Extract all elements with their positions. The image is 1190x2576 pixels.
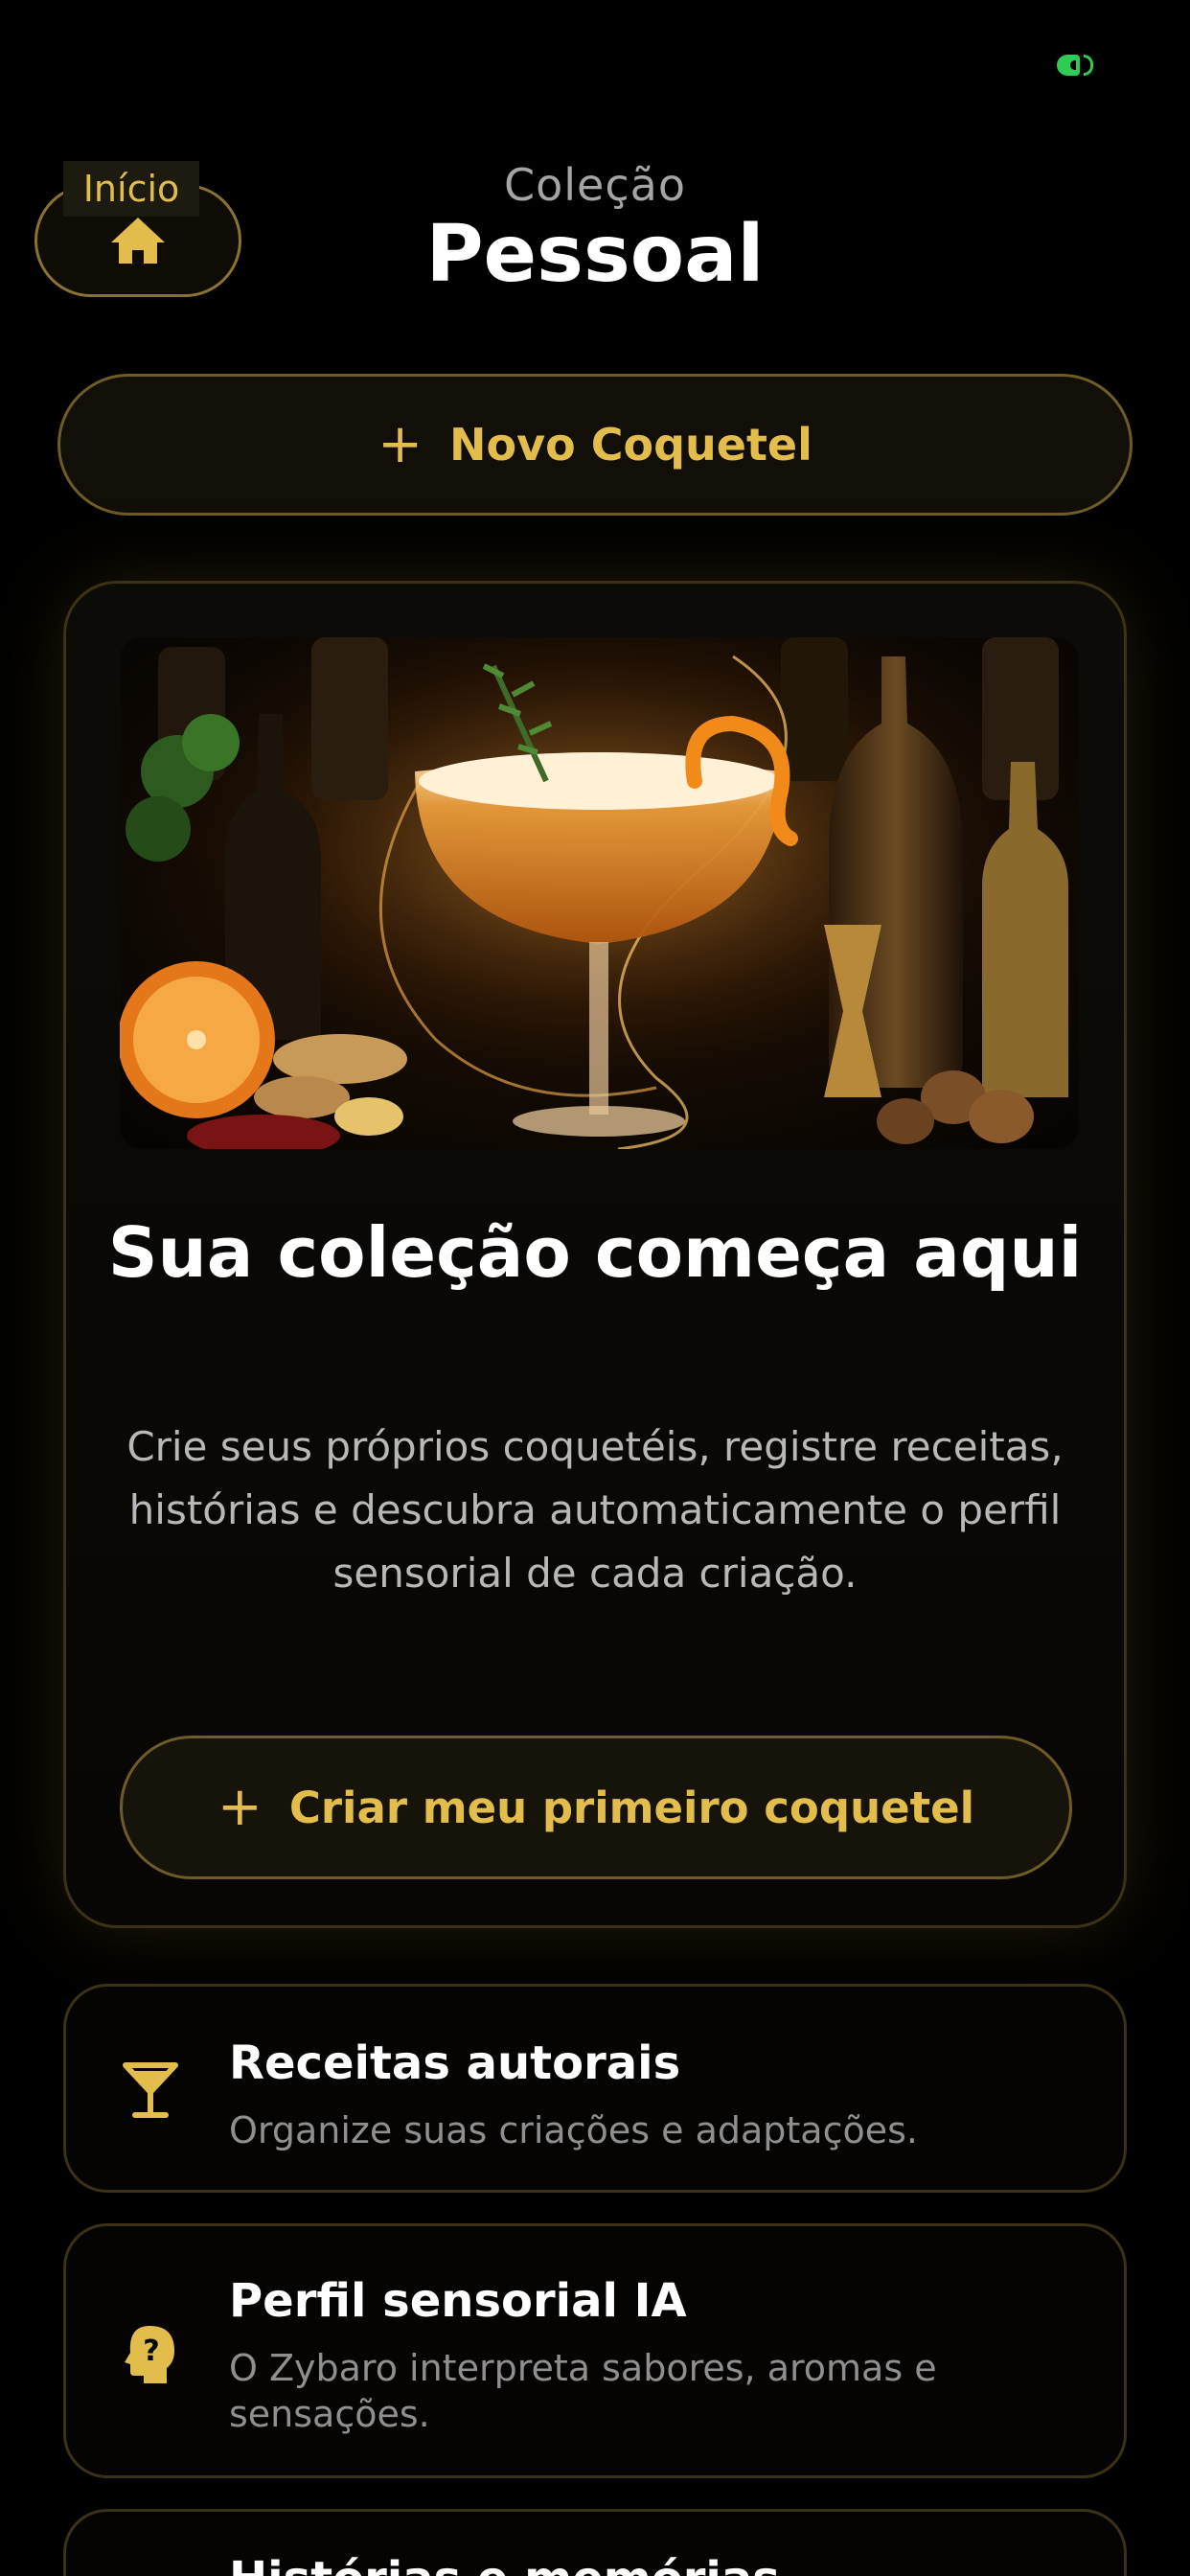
feature-card-sensory-profile[interactable]: ? Perfil sensorial IA O Zybaro interpret… [63,2223,1127,2478]
create-first-cocktail-button[interactable]: + Criar meu primeiro coquetel [120,1736,1072,1879]
feature-title: Perfil sensorial IA [229,2274,687,2328]
plus-icon: + [378,413,423,475]
battery-charging-icon [1057,54,1103,77]
feature-text: O Zybaro interpreta sabores, aromas e se… [229,2347,937,2435]
new-cocktail-label: Novo Coquetel [449,419,812,471]
feature-card-stories[interactable]: Histórias e memórias [63,2509,1127,2576]
svg-text:?: ? [143,2334,159,2368]
head-question-icon: ? [120,2324,181,2385]
feature-title: Histórias e memórias [229,2552,780,2576]
feature-card-recipes[interactable]: Receitas autorais Organize suas criações… [63,1984,1127,2193]
page-subtitle: Coleção [504,159,686,211]
feature-text: Organize suas criações e adaptações. [229,2109,918,2151]
collection-screen: Início Coleção Pessoal + Novo Coquetel S… [0,0,1190,2576]
martini-glass-icon [120,2059,181,2121]
cocktail-coupe-image [120,637,1078,1149]
create-first-cocktail-label: Criar meu primeiro coquetel [288,1782,975,1833]
hero-description: Crie seus próprios coquetéis, registre r… [126,1423,1064,1597]
empty-collection-card: Sua coleção começa aqui Crie seus própri… [63,581,1127,1928]
new-cocktail-button[interactable]: + Novo Coquetel [57,374,1133,516]
page-title: Pessoal [425,209,765,300]
plus-icon: + [217,1776,263,1838]
hero-title: Sua coleção começa aqui [107,1212,1083,1293]
feature-title: Receitas autorais [229,2036,681,2090]
